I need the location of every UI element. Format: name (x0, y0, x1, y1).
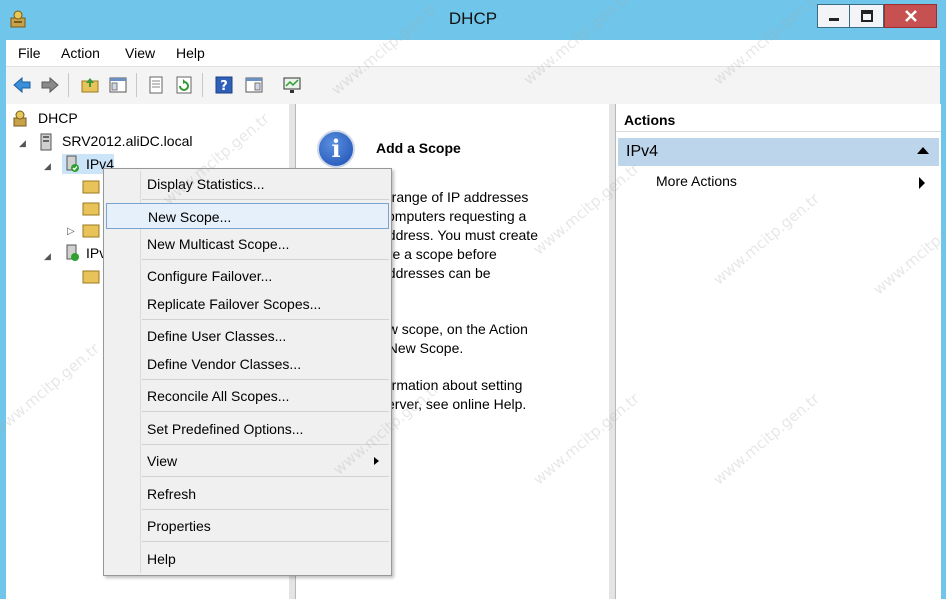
context-menu: Display Statistics... New Scope... New M… (103, 168, 392, 576)
menu-item-display-statistics[interactable]: Display Statistics... (106, 171, 389, 197)
refresh-icon[interactable] (174, 75, 194, 95)
collapsed-arrow-icon[interactable]: ▷ (67, 226, 75, 237)
close-button[interactable] (884, 4, 937, 28)
menu-item-label: Define Vendor Classes... (147, 356, 302, 372)
details-text-line: a range of IP addresses (380, 189, 529, 205)
menu-item-label: Refresh (147, 486, 197, 502)
menu-item-new-scope[interactable]: New Scope... (106, 203, 389, 229)
menu-item-label: Display Statistics... (147, 176, 265, 192)
menu-separator (142, 476, 389, 477)
menu-item-set-predefined-options[interactable]: Set Predefined Options... (106, 416, 389, 442)
menu-item-properties[interactable]: Properties (106, 513, 389, 539)
submenu-arrow-icon (919, 177, 925, 189)
menu-item-define-vendor-classes[interactable]: Define Vendor Classes... (106, 351, 389, 377)
menu-item-configure-failover[interactable]: Configure Failover... (106, 263, 389, 289)
title-bar[interactable]: DHCP (0, 0, 946, 40)
details-text-line: formation about setting (380, 377, 523, 393)
folder-icon[interactable] (82, 268, 100, 284)
menu-bar: File Action View Help (6, 40, 940, 66)
info-icon: i (317, 130, 355, 168)
ipv4-node-icon (66, 155, 79, 172)
filter-folder-icon[interactable] (82, 222, 100, 238)
details-text-line: t New Scope. (380, 340, 464, 356)
menu-item-label: Replicate Failover Scopes... (147, 296, 322, 312)
menu-item-label: New Scope... (148, 209, 232, 225)
menu-item-define-user-classes[interactable]: Define User Classes... (106, 323, 389, 349)
menu-item-label: View (147, 453, 178, 469)
forward-icon[interactable] (40, 75, 60, 95)
menu-file[interactable]: File (18, 45, 41, 61)
expanded-arrow-icon[interactable]: ◢ (44, 161, 51, 172)
menu-separator (142, 509, 389, 510)
menu-item-label: New Multicast Scope... (147, 236, 290, 252)
back-icon[interactable] (12, 75, 32, 95)
display-statistics-icon[interactable] (282, 75, 302, 95)
menu-action[interactable]: Action (61, 45, 100, 61)
show-hide-action-pane-icon[interactable] (244, 75, 264, 95)
ipv6-node-icon (66, 244, 79, 261)
details-text-line: server, see online Help. (380, 396, 527, 412)
actions-section-label: IPv4 (626, 143, 659, 160)
server-icon (40, 133, 52, 151)
menu-separator (142, 444, 389, 445)
menu-item-reconcile-all-scopes[interactable]: Reconcile All Scopes... (106, 383, 389, 409)
actions-section-ipv4[interactable]: IPv4 (618, 138, 939, 166)
expanded-arrow-icon[interactable]: ◢ (19, 138, 26, 149)
menu-item-new-multicast-scope[interactable]: New Multicast Scope... (106, 231, 389, 257)
menu-item-refresh[interactable]: Refresh (106, 481, 389, 507)
menu-item-label: Configure Failover... (147, 268, 273, 284)
menu-separator (142, 411, 389, 412)
menu-item-label: Properties (147, 518, 211, 534)
folder-icon[interactable] (82, 200, 100, 216)
export-list-icon[interactable] (146, 75, 166, 95)
toolbar: ? (6, 66, 940, 105)
actions-header: Actions (616, 110, 941, 132)
menu-item-label: Reconcile All Scopes... (147, 388, 290, 404)
details-text-line: ew scope, on the Action (380, 321, 528, 337)
toolbar-separator (202, 73, 203, 97)
maximize-button[interactable] (850, 4, 884, 28)
show-hide-tree-icon[interactable] (108, 75, 128, 95)
dhcp-root-icon (13, 110, 27, 127)
toolbar-separator (136, 73, 137, 97)
menu-item-label: Set Predefined Options... (147, 421, 304, 437)
menu-item-view[interactable]: View (106, 448, 389, 474)
tree-label-server: SRV2012.aliDC.local (62, 133, 193, 149)
toolbar-separator (68, 73, 69, 97)
menu-view[interactable]: View (125, 45, 155, 61)
add-scope-heading: Add a Scope (376, 140, 461, 156)
minimize-icon (828, 18, 839, 21)
menu-item-label: Help (147, 551, 176, 567)
details-text-line: address. You must create (380, 227, 538, 243)
maximize-icon (860, 10, 873, 22)
details-text-line: ure a scope before (380, 246, 497, 262)
menu-separator (142, 199, 389, 200)
collapse-section-icon[interactable] (917, 147, 929, 154)
up-folder-icon[interactable] (80, 75, 100, 95)
svg-text:?: ? (220, 79, 228, 94)
folder-icon[interactable] (82, 178, 100, 194)
tree-label-dhcp: DHCP (38, 110, 78, 126)
details-text-line: computers requesting a (380, 208, 527, 224)
menu-separator (142, 379, 389, 380)
menu-separator (142, 259, 389, 260)
menu-item-label: Define User Classes... (147, 328, 287, 344)
help-icon[interactable]: ? (214, 75, 234, 95)
menu-separator (142, 319, 389, 320)
expanded-arrow-icon[interactable]: ◢ (44, 251, 51, 262)
menu-separator (142, 541, 389, 542)
close-icon (904, 10, 917, 22)
submenu-arrow-icon (374, 457, 379, 465)
menu-item-help[interactable]: Help (106, 546, 389, 572)
window-title: DHCP (448, 9, 498, 28)
details-text-line: addresses can be (380, 265, 491, 281)
more-actions-link[interactable]: More Actions (656, 173, 737, 189)
menu-help[interactable]: Help (176, 45, 205, 61)
minimize-button[interactable] (817, 4, 850, 28)
menu-item-replicate-failover-scopes[interactable]: Replicate Failover Scopes... (106, 291, 389, 317)
actions-pane: Actions IPv4 More Actions (615, 104, 941, 599)
